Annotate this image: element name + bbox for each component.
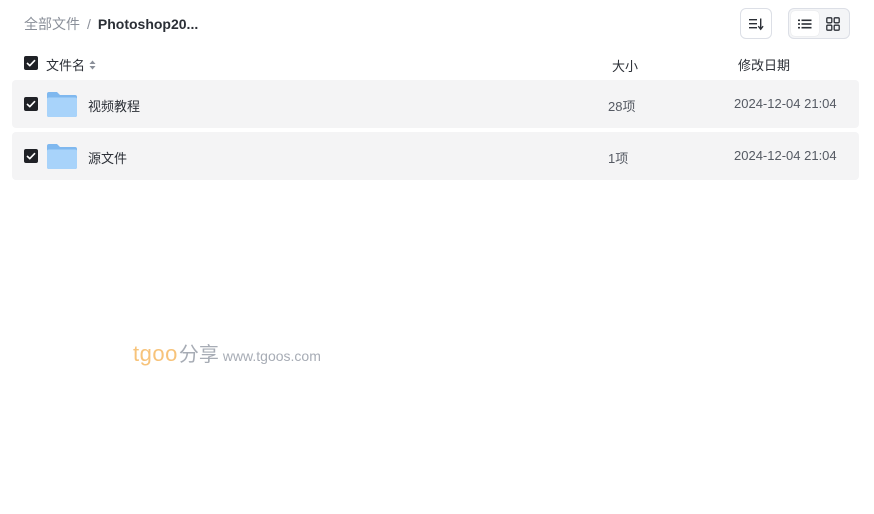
select-all-checkbox[interactable]	[24, 56, 38, 70]
watermark-brand: tgoo	[133, 341, 178, 366]
sort-button[interactable]	[740, 8, 772, 39]
file-date: 2024-12-04 21:04	[734, 148, 837, 163]
sort-list-icon	[749, 18, 764, 30]
breadcrumb-current: Photoshop20...	[97, 16, 199, 32]
sort-caret-icon	[89, 60, 96, 70]
row-checkbox[interactable]	[24, 149, 38, 163]
file-date: 2024-12-04 21:04	[734, 96, 837, 111]
file-size: 1项	[608, 151, 629, 166]
checkmark-icon	[26, 100, 36, 108]
view-switch	[788, 8, 850, 39]
row-checkbox[interactable]	[24, 97, 38, 111]
grid-view-button[interactable]	[819, 11, 847, 36]
checkmark-icon	[26, 59, 36, 67]
watermark-suffix: 分享	[178, 344, 219, 366]
breadcrumb: 全部文件 / Photoshop20...	[24, 15, 198, 33]
file-list: 视频教程 28项 2024-12-04 21:04 源文件 1项 2024-12…	[12, 80, 859, 184]
folder-icon	[47, 92, 77, 117]
column-header-name-label: 文件名	[46, 58, 86, 73]
table-header: 文件名 大小 修改日期	[24, 55, 854, 74]
file-name[interactable]: 源文件	[88, 148, 127, 167]
watermark: tgoo 分享 www.tgoos.com	[133, 338, 321, 367]
table-row[interactable]: 视频教程 28项 2024-12-04 21:04	[12, 80, 859, 128]
breadcrumb-root-link[interactable]: 全部文件	[24, 14, 80, 34]
list-view-button[interactable]	[791, 11, 819, 36]
table-row[interactable]: 源文件 1项 2024-12-04 21:04	[12, 132, 859, 180]
grid-view-icon	[826, 16, 840, 31]
file-name[interactable]: 视频教程	[88, 96, 140, 115]
checkmark-icon	[26, 152, 36, 160]
column-header-date: 修改日期	[738, 58, 791, 73]
folder-icon	[47, 144, 77, 169]
breadcrumb-separator: /	[87, 16, 91, 32]
list-view-icon	[798, 19, 812, 28]
column-header-name[interactable]: 文件名	[46, 55, 96, 74]
file-size: 28项	[608, 99, 636, 114]
watermark-url: www.tgoos.com	[222, 348, 321, 364]
column-header-size: 大小	[612, 59, 639, 74]
